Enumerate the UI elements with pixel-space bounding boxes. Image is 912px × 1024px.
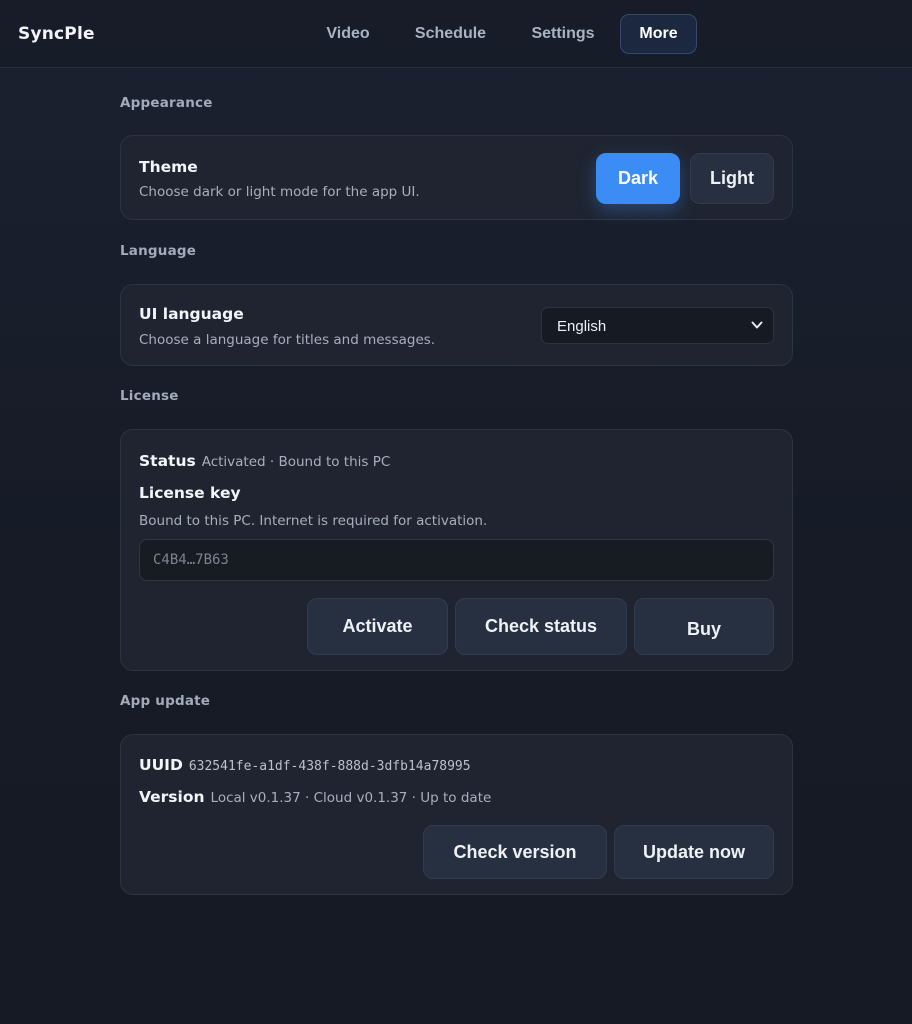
language-card: UI language Choose a language for titles… <box>120 284 793 366</box>
theme-description: Choose dark or light mode for the app UI… <box>139 184 420 200</box>
ui-language-title: UI language <box>139 305 244 323</box>
chevron-down-icon <box>751 321 763 329</box>
app-update-card: UUID 632541fe-a1df-438f-888d-3dfb14a78995… <box>120 734 793 895</box>
language-select[interactable]: English <box>541 307 774 344</box>
buy-button[interactable]: Buy <box>634 598 774 655</box>
tab-video[interactable]: Video <box>306 14 390 54</box>
version-row: Version Local v0.1.37 · Cloud v0.1.37 · U… <box>139 787 491 806</box>
license-status-value: Activated · Bound to this PC <box>201 454 391 470</box>
license-key-description: Bound to this PC. Internet is required f… <box>139 513 488 529</box>
section-title-language: Language <box>120 243 197 259</box>
language-select-value: English <box>557 318 607 335</box>
activate-button[interactable]: Activate <box>307 598 448 655</box>
version-value: Local v0.1.37 · Cloud v0.1.37 · Up to da… <box>210 790 492 806</box>
top-bar: SyncPle Video Schedule Settings More <box>0 0 912 68</box>
section-title-license: License <box>120 388 179 404</box>
theme-title: Theme <box>139 158 198 176</box>
uuid-row: UUID 632541fe-a1df-438f-888d-3dfb14a78995 <box>139 755 471 774</box>
update-now-button[interactable]: Update now <box>614 825 774 879</box>
tab-more[interactable]: More <box>620 14 697 54</box>
version-label: Version <box>139 788 205 806</box>
uuid-label: UUID <box>139 756 183 774</box>
license-status-row: Status Activated · Bound to this PC <box>139 451 390 470</box>
license-status-label: Status <box>139 452 196 470</box>
tab-settings[interactable]: Settings <box>516 14 610 54</box>
uuid-value: 632541fe-a1df-438f-888d-3dfb14a78995 <box>188 759 471 774</box>
license-card: Status Activated · Bound to this PC Licen… <box>120 429 793 671</box>
section-title-app-update: App update <box>120 693 211 709</box>
license-key-title: License key <box>139 484 241 502</box>
tab-schedule[interactable]: Schedule <box>398 14 503 54</box>
main-nav: Video Schedule Settings More <box>0 14 912 54</box>
ui-language-description: Choose a language for titles and message… <box>139 332 436 348</box>
theme-card: Theme Choose dark or light mode for the … <box>120 135 793 220</box>
theme-dark-button[interactable]: Dark <box>596 153 680 204</box>
license-key-input[interactable] <box>139 539 774 581</box>
check-version-button[interactable]: Check version <box>423 825 607 879</box>
section-title-appearance: Appearance <box>120 95 213 111</box>
theme-light-button[interactable]: Light <box>690 153 774 204</box>
check-status-button[interactable]: Check status <box>455 598 627 655</box>
